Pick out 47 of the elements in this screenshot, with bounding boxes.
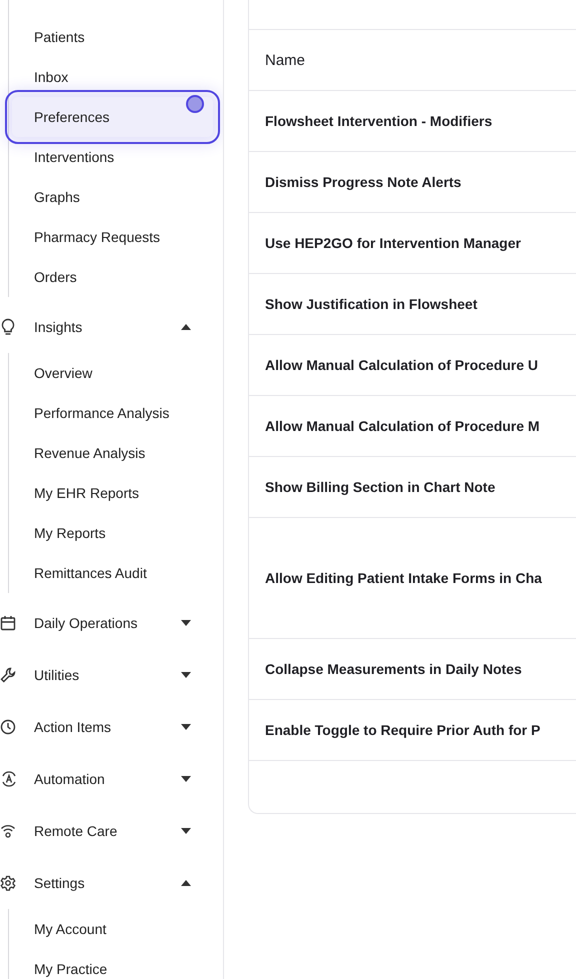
- wireless-signal-icon: [0, 823, 16, 839]
- nav-item[interactable]: Overview: [12, 353, 213, 393]
- nav-section-header[interactable]: Settings: [0, 857, 223, 909]
- nav-item[interactable]: Revenue Analysis: [12, 433, 213, 473]
- preference-name: Enable Toggle to Require Prior Auth for P: [265, 722, 540, 738]
- nav-item[interactable]: Interventions: [12, 137, 213, 177]
- nav-item[interactable]: Inbox: [12, 57, 213, 97]
- nav-item[interactable]: My Account: [12, 909, 213, 949]
- column-header: Name: [265, 52, 306, 68]
- nav-item[interactable]: Patients: [12, 17, 213, 57]
- automation-icon: [0, 771, 18, 787]
- nav-section-header[interactable]: Remote Care: [0, 805, 223, 857]
- preference-name: Allow Manual Calculation of Procedure U: [265, 357, 538, 373]
- nav-section-header[interactable]: Action Items: [0, 701, 223, 753]
- wrench-icon: [0, 667, 16, 683]
- nav-item[interactable]: My Practice: [12, 949, 213, 979]
- nav-item[interactable]: Remittances Audit: [12, 553, 213, 593]
- caret-down-icon: [181, 828, 191, 834]
- caret-up-icon: [181, 324, 191, 330]
- caret-down-icon: [181, 724, 191, 730]
- nav-section-header[interactable]: Daily Operations: [0, 597, 223, 649]
- preference-name: Dismiss Progress Note Alerts: [265, 174, 462, 190]
- nav-item[interactable]: My EHR Reports: [12, 473, 213, 513]
- preference-name: Show Billing Section in Chart Note: [265, 479, 496, 495]
- nav-item[interactable]: Pharmacy Requests: [12, 217, 213, 257]
- caret-down-icon: [181, 776, 191, 782]
- preference-name: Flowsheet Intervention - Modifiers: [265, 113, 492, 129]
- preference-name: Show Justification in Flowsheet: [265, 296, 478, 312]
- nav-section-header[interactable]: Insights: [0, 301, 223, 353]
- preference-name: Use HEP2GO for Intervention Manager: [265, 235, 521, 251]
- click-indicator: [186, 95, 204, 113]
- clock-icon: [0, 719, 16, 735]
- nav-item[interactable]: Graphs: [12, 177, 213, 217]
- caret-down-icon: [181, 620, 191, 626]
- nav-section-header[interactable]: Automation: [0, 753, 223, 805]
- calendar-icon: [0, 615, 16, 631]
- preference-name: Allow Manual Calculation of Procedure M: [265, 418, 540, 434]
- nav-item[interactable]: Orders: [12, 257, 213, 297]
- preference-name: Allow Editing Patient Intake Forms in Cha: [265, 570, 542, 586]
- nav-item[interactable]: My Reports: [12, 513, 213, 553]
- nav-section-header[interactable]: Utilities: [0, 649, 223, 701]
- caret-up-icon: [181, 880, 191, 886]
- lightbulb-icon: [0, 318, 16, 336]
- settings-icon: [0, 875, 16, 891]
- caret-down-icon: [181, 672, 191, 678]
- preference-name: Collapse Measurements in Daily Notes: [265, 661, 522, 677]
- nav-item[interactable]: Performance Analysis: [12, 393, 213, 433]
